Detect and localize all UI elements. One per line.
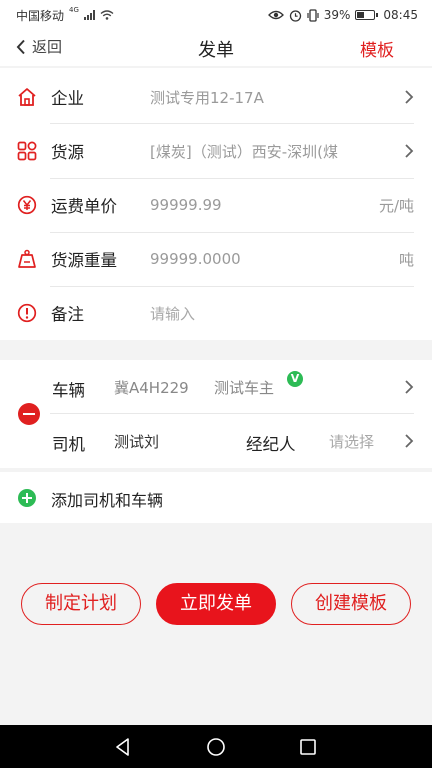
add-driver-vehicle-button[interactable]: 添加司机和车辆 [0,472,432,523]
verified-badge: V [287,371,303,387]
waybill-form: 企业 测试专用12-17A 货源 [煤炭]（测试）西安-深圳(煤 运费单价 99… [0,68,432,340]
grid-icon [17,141,37,161]
driver-name[interactable]: 测试刘 [114,431,159,452]
cargo-source-value: [煤炭]（测试）西安-深圳(煤 [150,142,338,161]
weight-icon [18,249,36,268]
signal-icon [83,10,95,20]
carrier-name: 中国移动 [16,8,65,23]
network-type: 4G [69,5,79,14]
eye-icon [267,10,284,20]
remark-input[interactable]: 请输入 [150,303,195,324]
wifi-icon [100,10,114,20]
driver-row: 司机 测试刘 经纪人 请选择 [0,414,432,468]
publish-now-button[interactable]: 立即发单 [156,583,276,625]
vehicle-driver-card: 车辆 冀A4H229 测试车主 V 司机 测试刘 经纪人 请选择 [0,360,432,468]
home-icon [18,88,36,106]
yuan-icon [17,195,37,215]
freight-price-row[interactable]: 运费单价 99999.99 元/吨 [0,178,432,232]
alert-icon [17,303,37,323]
chevron-right-icon [405,144,414,158]
system-nav-bar [0,725,432,768]
add-driver-vehicle-label: 添加司机和车辆 [51,491,164,510]
company-label: 企业 [51,89,84,108]
freight-price-label: 运费单价 [51,197,117,216]
template-link[interactable]: 模板 [360,36,394,61]
make-plan-button[interactable]: 制定计划 [21,583,141,625]
vibrate-icon [307,8,319,22]
vehicle-owner: 测试车主 [214,379,275,397]
back-triangle-icon[interactable] [113,737,133,757]
freight-price-unit: 元/吨 [378,196,414,215]
company-value: 测试专用12-17A [150,88,264,107]
vehicle-label: 车辆 [52,381,85,400]
battery-icon [355,10,379,20]
cargo-weight-input[interactable]: 99999.0000 [150,250,241,268]
cargo-source-row[interactable]: 货源 [煤炭]（测试）西安-深圳(煤 [0,124,432,178]
cargo-weight-row[interactable]: 货源重量 99999.0000 吨 [0,232,432,286]
vehicle-row[interactable]: 车辆 冀A4H229 测试车主 V [0,360,432,414]
cargo-weight-label: 货源重量 [51,251,117,270]
home-circle-icon[interactable] [206,737,226,757]
create-template-button[interactable]: 创建模板 [291,583,411,625]
company-row[interactable]: 企业 测试专用12-17A [0,70,432,124]
remark-label: 备注 [51,305,84,324]
chevron-right-icon [405,434,414,448]
driver-label: 司机 [52,435,85,454]
cargo-source-label: 货源 [51,143,84,162]
plus-icon [18,489,36,507]
remark-row[interactable]: 备注 请输入 [0,286,432,340]
alarm-icon [289,9,301,22]
agent-label: 经纪人 [246,435,296,454]
agent-select[interactable]: 请选择 [329,431,374,452]
app-header: 返回 发单 模板 [0,30,432,66]
vehicle-plate: 冀A4H229 [114,379,189,397]
battery-percent: 39% [323,8,351,22]
status-bar: 中国移动 4G 39% 08:45 [0,0,432,30]
cargo-weight-unit: 吨 [398,250,414,269]
freight-price-input[interactable]: 99999.99 [150,196,222,214]
chevron-right-icon [405,380,414,394]
clock: 08:45 [383,8,418,22]
recents-square-icon[interactable] [298,737,318,757]
chevron-right-icon [405,90,414,104]
